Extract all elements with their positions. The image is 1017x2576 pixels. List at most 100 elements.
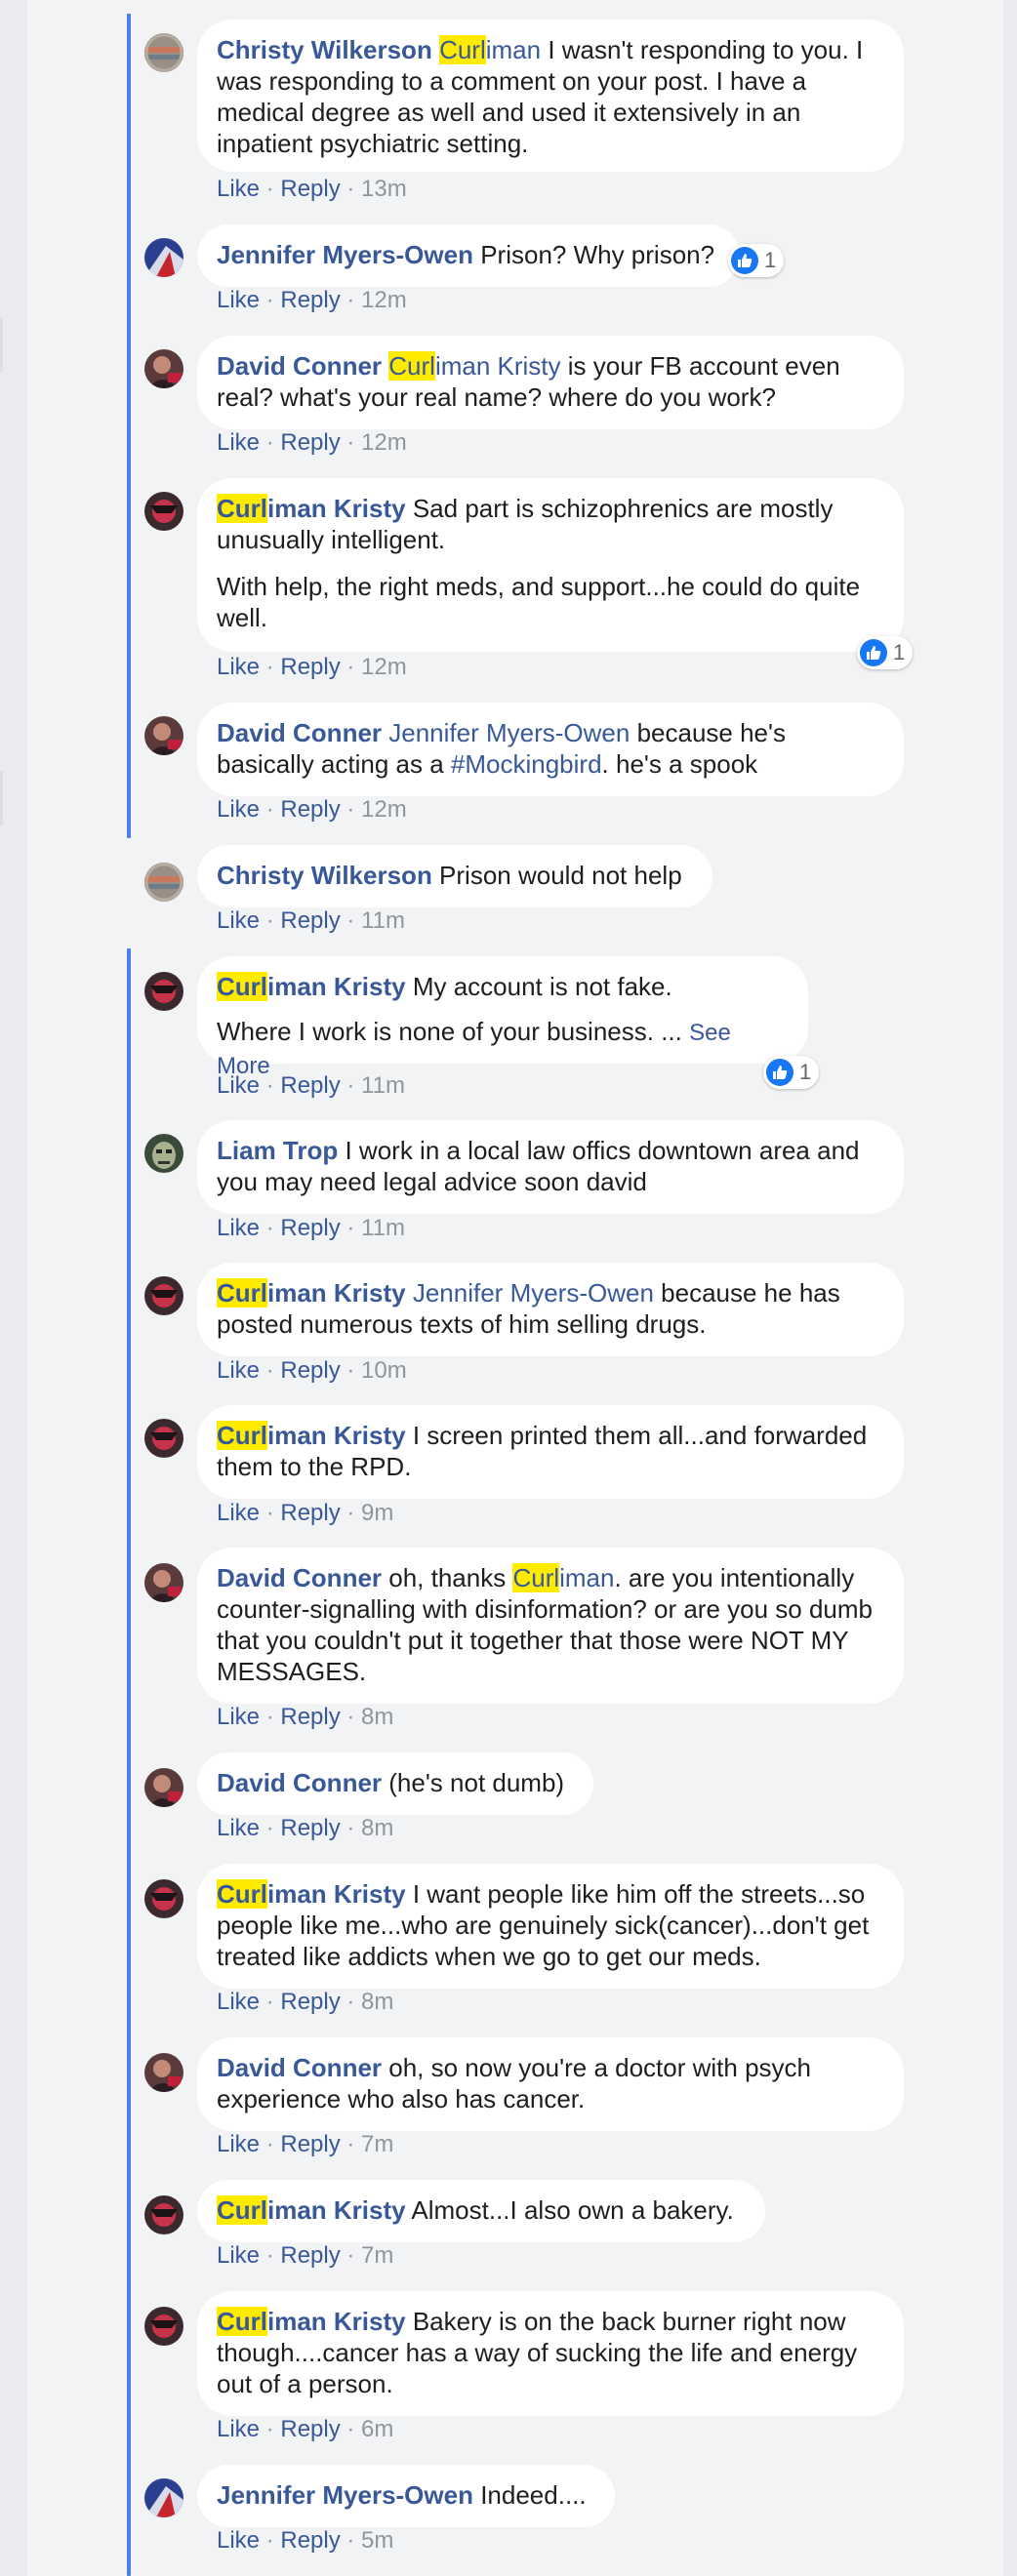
hashtag-link[interactable]: #Mockingbird [451, 749, 602, 779]
like-reaction-icon [766, 1059, 793, 1086]
like-button[interactable]: Like [217, 1357, 260, 1384]
reply-button[interactable]: Reply [280, 2527, 340, 2554]
reply-button[interactable]: Reply [280, 287, 340, 313]
like-button[interactable]: Like [217, 1500, 260, 1526]
author-name[interactable]: David Conner [217, 1768, 382, 1797]
comment-timestamp[interactable]: 10m [361, 1357, 407, 1384]
mention-link[interactable]: Curliman Kristy [388, 351, 561, 381]
author-name[interactable]: Liam Trop [217, 1136, 338, 1165]
like-button[interactable]: Like [217, 2527, 260, 2554]
reaction-count[interactable]: 1 [857, 636, 914, 669]
comment-timestamp[interactable]: 12m [361, 796, 407, 823]
avatar-david-conner[interactable] [144, 716, 183, 755]
comment-timestamp[interactable]: 11m [361, 1215, 405, 1241]
avatar-curliman-kristy[interactable] [144, 1276, 183, 1315]
author-name[interactable]: Curliman Kristy [217, 1278, 406, 1308]
avatar-curliman-kristy[interactable] [144, 1419, 183, 1458]
avatar-curliman-kristy[interactable] [144, 2195, 183, 2234]
reply-button[interactable]: Reply [280, 654, 340, 680]
comment-timestamp[interactable]: 11m [361, 907, 405, 934]
reply-button[interactable]: Reply [280, 1815, 340, 1841]
comment-timestamp[interactable]: 12m [361, 287, 407, 313]
comment-timestamp[interactable]: 7m [361, 2131, 393, 2157]
reply-button[interactable]: Reply [280, 1500, 340, 1526]
comment-actions: Like · Reply · 9m [217, 1500, 394, 1526]
reply-button[interactable]: Reply [280, 429, 340, 456]
comment-timestamp[interactable]: 13m [361, 176, 407, 202]
author-name[interactable]: Christy Wilkerson [217, 35, 432, 64]
avatar-curliman-kristy[interactable] [144, 1879, 183, 1918]
comment-timestamp[interactable]: 6m [361, 2416, 393, 2442]
author-name[interactable]: Jennifer Myers-Owen [217, 2480, 473, 2510]
like-button[interactable]: Like [217, 654, 260, 680]
author-name[interactable]: David Conner [217, 2053, 382, 2082]
comment-timestamp[interactable]: 7m [361, 2242, 393, 2269]
reply-button[interactable]: Reply [280, 1989, 340, 2015]
comment-timestamp[interactable]: 11m [361, 1072, 405, 1099]
avatar-liam-trop[interactable] [144, 1134, 183, 1173]
reply-button[interactable]: Reply [280, 1704, 340, 1730]
comment-timestamp[interactable]: 8m [361, 1989, 393, 2015]
author-name[interactable]: David Conner [217, 351, 382, 381]
reply-button[interactable]: Reply [280, 1072, 340, 1099]
author-name[interactable]: Curliman Kristy [217, 494, 406, 523]
reply-button[interactable]: Reply [280, 2416, 340, 2442]
like-button[interactable]: Like [217, 176, 260, 202]
like-button[interactable]: Like [217, 1989, 260, 2015]
comment-bubble: David Conner Jennifer Myers-Owen because… [197, 703, 904, 796]
author-name[interactable]: Christy Wilkerson [217, 861, 432, 890]
comment-actions: Like · Reply · 7m [217, 2131, 394, 2157]
mention-link[interactable]: Curliman [512, 1563, 614, 1592]
avatar-christy-wilkerson[interactable] [144, 33, 183, 72]
comment-timestamp[interactable]: 12m [361, 429, 407, 456]
comment-timestamp[interactable]: 8m [361, 1704, 393, 1730]
like-button[interactable]: Like [217, 796, 260, 823]
author-name[interactable]: David Conner [217, 718, 382, 747]
mention-link[interactable]: Jennifer Myers-Owen [413, 1278, 654, 1308]
reply-button[interactable]: Reply [280, 907, 340, 934]
like-button[interactable]: Like [217, 2242, 260, 2269]
comment-timestamp[interactable]: 12m [361, 654, 407, 680]
mention-link[interactable]: Jennifer Myers-Owen [388, 718, 630, 747]
avatar-curliman-kristy[interactable] [144, 492, 183, 531]
like-button[interactable]: Like [217, 1704, 260, 1730]
reply-button[interactable]: Reply [280, 2242, 340, 2269]
like-button[interactable]: Like [217, 2416, 260, 2442]
author-name[interactable]: Curliman Kristy [217, 2195, 406, 2225]
reply-button[interactable]: Reply [280, 176, 340, 202]
author-name[interactable]: Jennifer Myers-Owen [217, 240, 473, 269]
reaction-count[interactable]: 1 [728, 244, 785, 277]
avatar-curliman-kristy[interactable] [144, 2307, 183, 2346]
reply-button[interactable]: Reply [280, 796, 340, 823]
comment-timestamp[interactable]: 5m [361, 2527, 393, 2554]
comment-bubble: David Conner oh, thanks Curliman. are yo… [197, 1548, 904, 1704]
reply-button[interactable]: Reply [280, 1215, 340, 1241]
avatar-david-conner[interactable] [144, 2053, 183, 2092]
author-name[interactable]: David Conner [217, 1563, 382, 1592]
avatar-david-conner[interactable] [144, 1563, 183, 1602]
like-button[interactable]: Like [217, 2131, 260, 2157]
avatar-jennifer-myers-owen[interactable] [144, 238, 183, 277]
avatar-david-conner[interactable] [144, 349, 183, 388]
like-button[interactable]: Like [217, 1072, 260, 1099]
reply-button[interactable]: Reply [280, 1357, 340, 1384]
like-button[interactable]: Like [217, 907, 260, 934]
like-button[interactable]: Like [217, 1815, 260, 1841]
avatar-curliman-kristy[interactable] [144, 972, 183, 1011]
avatar-christy-wilkerson[interactable] [144, 863, 183, 902]
author-name[interactable]: Curliman Kristy [217, 2307, 406, 2336]
comment-actions: Like · Reply · 10m [217, 1357, 407, 1384]
mention-link[interactable]: Curliman [439, 35, 541, 64]
author-name[interactable]: Curliman Kristy [217, 972, 406, 1001]
like-button[interactable]: Like [217, 429, 260, 456]
author-name[interactable]: Curliman Kristy [217, 1421, 406, 1450]
comment-timestamp[interactable]: 9m [361, 1500, 393, 1526]
like-button[interactable]: Like [217, 287, 260, 313]
like-button[interactable]: Like [217, 1215, 260, 1241]
avatar-jennifer-myers-owen[interactable] [144, 2478, 183, 2517]
reaction-count[interactable]: 1 [763, 1056, 820, 1089]
author-name[interactable]: Curliman Kristy [217, 1879, 406, 1909]
comment-timestamp[interactable]: 8m [361, 1815, 393, 1841]
avatar-david-conner[interactable] [144, 1768, 183, 1807]
reply-button[interactable]: Reply [280, 2131, 340, 2157]
